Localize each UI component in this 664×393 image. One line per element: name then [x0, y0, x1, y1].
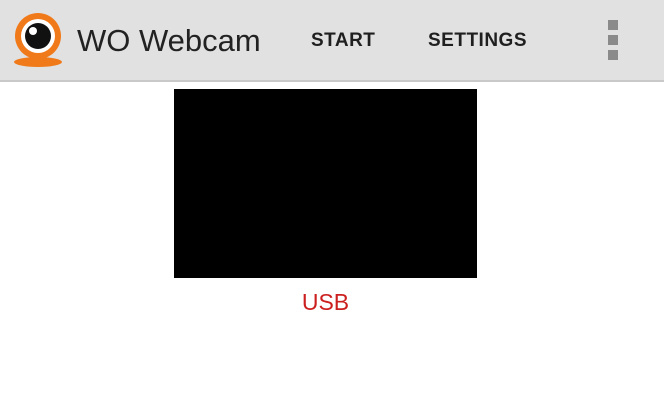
start-button[interactable]: START — [311, 28, 375, 54]
overflow-menu-icon[interactable] — [600, 17, 626, 61]
source-label: USB — [301, 289, 350, 315]
overflow-dot — [608, 50, 618, 60]
settings-button[interactable]: SETTINGS — [428, 28, 527, 54]
action-bar: WO Webcam START SETTINGS — [0, 0, 664, 82]
app-title: WO Webcam — [77, 23, 261, 58]
overflow-dot — [608, 35, 618, 45]
webcam-logo-icon — [14, 13, 62, 67]
camera-preview — [174, 89, 477, 278]
overflow-dot — [608, 20, 618, 30]
